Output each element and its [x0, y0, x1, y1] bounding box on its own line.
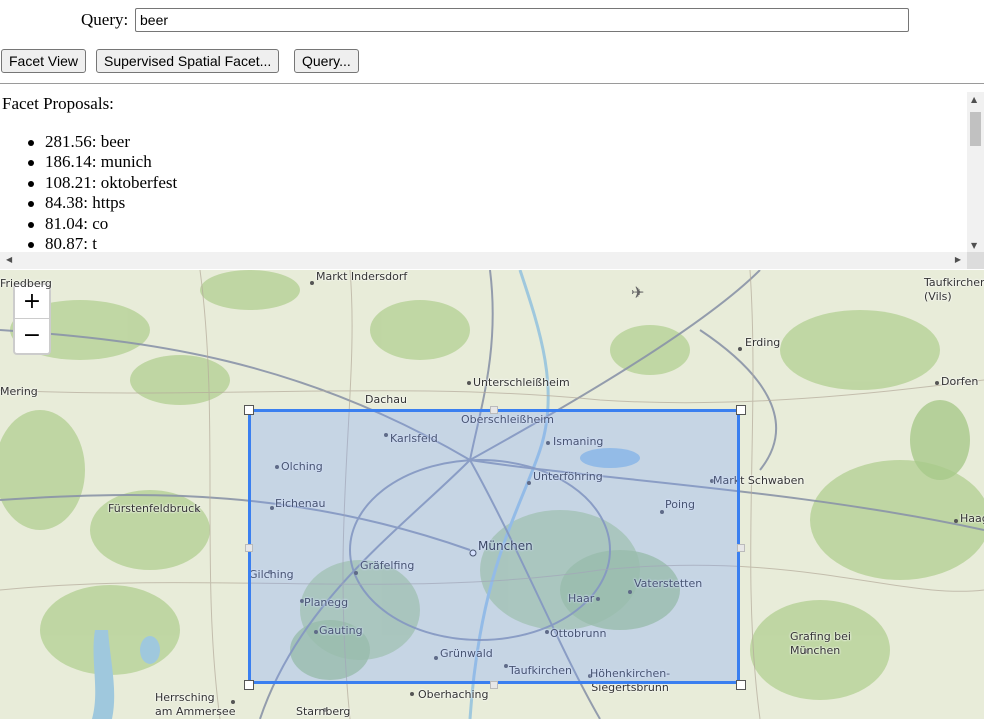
list-item: 186.14: munich: [27, 152, 177, 172]
zoom-control: + −: [13, 283, 51, 355]
map-label-herrsching: Herrsching am Ammersee: [155, 691, 236, 718]
map-label-mering: Mering: [0, 385, 38, 398]
map-label-grafing: Grafing bei München: [790, 630, 851, 657]
selection-handle-bottom-left[interactable]: [244, 680, 254, 690]
query-label: Query:: [81, 10, 129, 29]
selection-handle-top[interactable]: [490, 406, 498, 414]
map-label-friedberg: Friedberg: [0, 277, 52, 290]
horizontal-scrollbar[interactable]: ◀ ▶: [0, 252, 967, 269]
scrollbar-thumb[interactable]: [970, 112, 981, 146]
map[interactable]: ✈ + − Friedberg Markt Indersdorf Taufkir…: [0, 270, 984, 719]
query-button[interactable]: Query...: [294, 49, 359, 73]
selection-rectangle[interactable]: [248, 409, 740, 684]
scroll-down-icon[interactable]: ▼: [971, 241, 977, 250]
map-label-markt-indersdorf: Markt Indersdorf: [316, 270, 408, 283]
svg-text:✈: ✈: [631, 283, 644, 302]
map-label-fuerstenfeldbruck: Fürstenfeldbruck: [108, 502, 201, 515]
zoom-out-button[interactable]: −: [15, 319, 49, 352]
scroll-right-icon[interactable]: ▶: [955, 255, 961, 264]
facet-proposals-panel[interactable]: Facet Proposals: 281.56: beer 186.14: mu…: [0, 84, 984, 270]
map-label-dorfen: Dorfen: [941, 375, 979, 388]
map-label-dachau: Dachau: [365, 393, 407, 406]
supervised-spatial-facet-button[interactable]: Supervised Spatial Facet...: [96, 49, 280, 73]
facet-list: 281.56: beer 186.14: munich 108.21: okto…: [27, 132, 178, 254]
map-label-erding: Erding: [745, 336, 781, 349]
selection-handle-top-right[interactable]: [736, 405, 746, 415]
map-label-starnberg: Starnberg: [296, 705, 351, 718]
selection-handle-right[interactable]: [737, 544, 745, 552]
zoom-in-button[interactable]: +: [15, 285, 49, 319]
selection-handle-top-left[interactable]: [244, 405, 254, 415]
list-item: 108.21: oktoberfest: [27, 172, 178, 192]
vertical-scrollbar[interactable]: ▲ ▼: [967, 92, 984, 253]
facet-view-button[interactable]: Facet View: [1, 49, 86, 73]
map-label-oberhaching: Oberhaching: [418, 688, 489, 701]
list-item: 81.04: co: [27, 214, 177, 234]
map-label-unterschleissheim: Unterschleißheim: [473, 376, 570, 389]
selection-handle-bottom[interactable]: [490, 681, 498, 689]
query-input[interactable]: [135, 8, 909, 32]
selection-handle-bottom-right[interactable]: [736, 680, 746, 690]
map-label-taufkirchen-vils: Taufkirchen (Vils): [924, 276, 984, 303]
list-item: 281.56: beer: [27, 132, 177, 152]
scroll-up-icon[interactable]: ▲: [971, 95, 977, 104]
map-label-haag: Haag: [960, 512, 984, 525]
selection-handle-left[interactable]: [245, 544, 253, 552]
query-row: Query:: [0, 0, 984, 44]
list-item: 84.38: https: [27, 193, 177, 213]
facet-proposals-title: Facet Proposals:: [2, 94, 114, 113]
scrollbar-corner: [967, 252, 984, 269]
scroll-left-icon[interactable]: ◀: [6, 255, 12, 264]
